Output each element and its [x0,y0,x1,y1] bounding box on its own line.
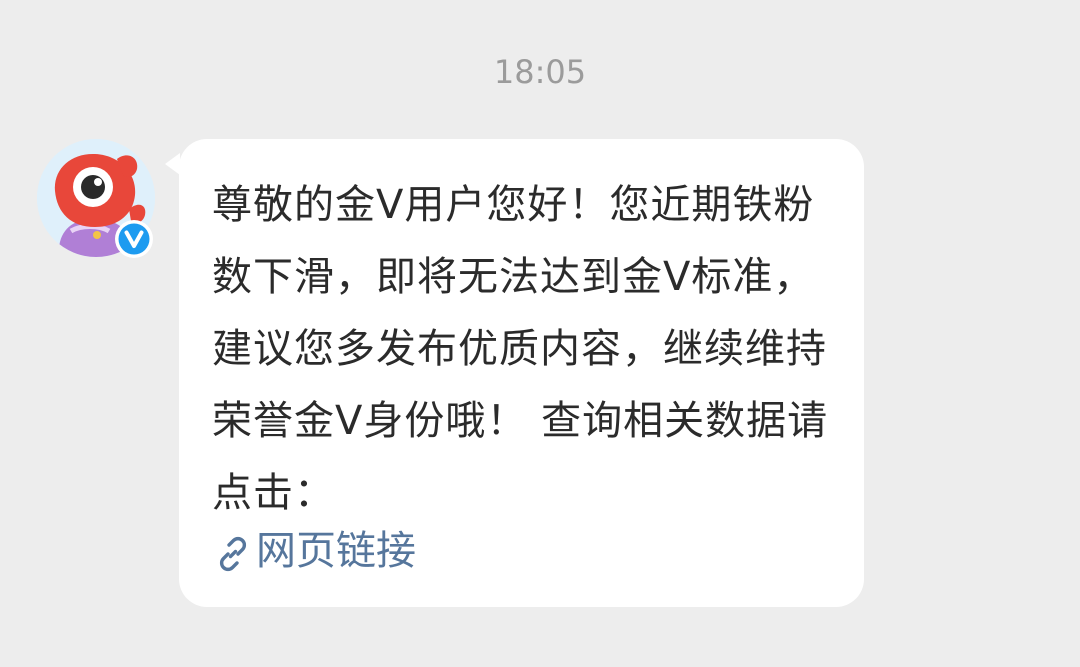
web-link[interactable]: 网页链接 [214,523,416,579]
verified-v-badge-icon [114,219,154,259]
message-text: 尊敬的金V用户您好！您近期铁粉数下滑，即将无法达到金V标准，建议您多发布优质内容… [212,182,829,516]
message-bubble[interactable]: 尊敬的金V用户您好！您近期铁粉数下滑，即将无法达到金V标准，建议您多发布优质内容… [165,139,864,607]
bubble-tail [165,153,180,175]
link-icon [214,532,252,572]
message-timestamp: 18:05 [493,53,587,91]
web-link-label: 网页链接 [256,528,416,574]
sender-avatar[interactable] [37,139,155,259]
